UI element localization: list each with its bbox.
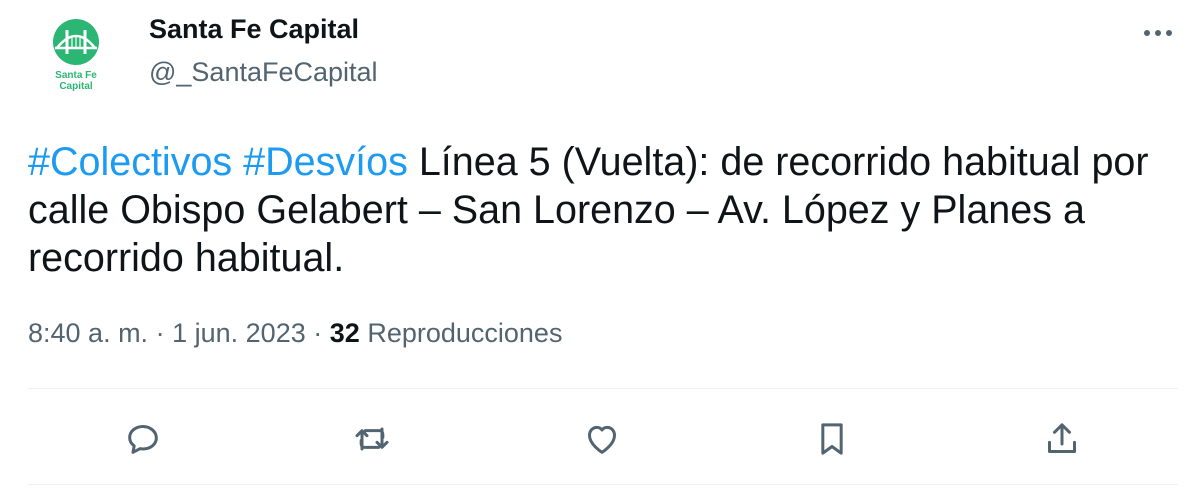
author-handle[interactable]: @_SantaFeCapital <box>149 57 378 88</box>
retweet-button[interactable] <box>341 408 403 470</box>
share-button[interactable] <box>1031 408 1093 470</box>
bookmark-button[interactable] <box>801 408 863 470</box>
reply-button[interactable] <box>112 408 174 470</box>
divider <box>28 484 1178 485</box>
more-options-button[interactable] <box>1136 16 1180 50</box>
avatar[interactable]: Santa Fe Capital <box>47 18 105 92</box>
share-icon <box>1048 423 1076 453</box>
tweet-text: #Colectivos #Desvíos Línea 5 (Vuelta): d… <box>28 138 1188 282</box>
tweet-time[interactable]: 8:40 a. m. <box>28 318 148 348</box>
comment-icon <box>128 425 158 454</box>
santa-fe-capital-logo: Santa Fe Capital <box>53 19 99 92</box>
more-dots-icon <box>1144 30 1172 36</box>
views-count: 32 <box>329 318 360 348</box>
tweet-date[interactable]: 1 jun. 2023 <box>172 318 306 348</box>
avatar-text-line1: Santa Fe <box>55 70 97 81</box>
author-name[interactable]: Santa Fe Capital <box>149 14 359 45</box>
tweet-meta: 8:40 a. m. · 1 jun. 2023 · 32 Reproducci… <box>28 318 562 349</box>
hashtag-link[interactable]: #Colectivos <box>28 140 232 184</box>
hashtag-link[interactable]: #Desvíos <box>243 140 408 184</box>
retweet-icon <box>355 427 389 451</box>
views-label: Reproducciones <box>367 318 563 348</box>
meta-separator: · <box>313 318 323 348</box>
meta-separator: · <box>155 318 165 348</box>
avatar-text-line2: Capital <box>59 81 93 92</box>
divider <box>28 388 1178 389</box>
heart-icon <box>588 425 616 454</box>
action-bar <box>0 408 1200 470</box>
bookmark-icon <box>821 423 843 455</box>
like-button[interactable] <box>571 408 633 470</box>
